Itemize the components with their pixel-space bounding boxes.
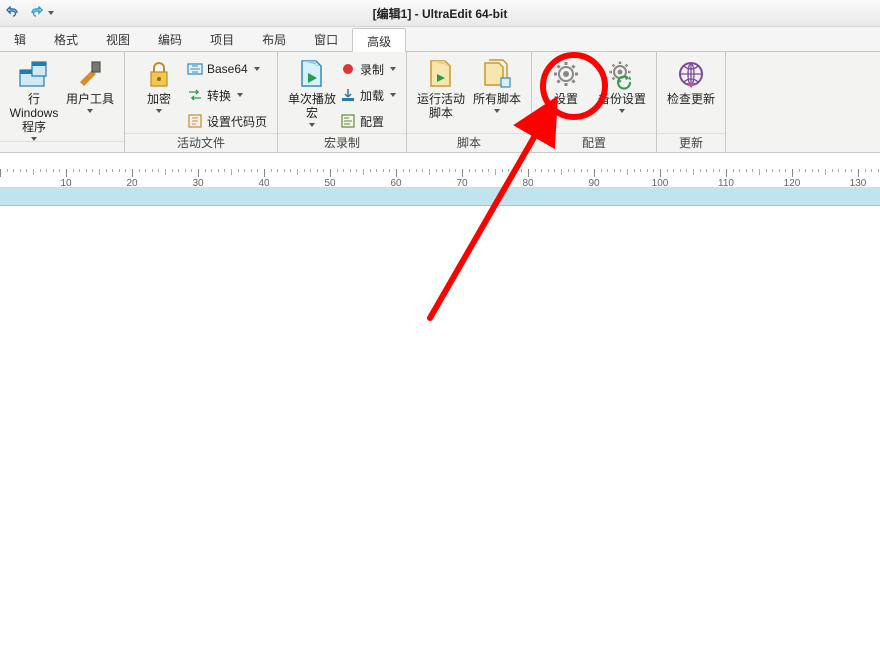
all-scripts-button[interactable]: 所有脚本: [469, 56, 525, 113]
rec-icon: [340, 61, 356, 77]
backup-settings-label: 备份设置: [598, 92, 646, 106]
check-update-button[interactable]: 检查更新: [663, 56, 719, 106]
group-label: [0, 141, 124, 152]
settings-label: 设置: [554, 92, 578, 106]
menu-tab-7[interactable]: 高级: [352, 28, 406, 52]
globe-icon: [675, 58, 707, 90]
title-bar: [编辑1] - UltraEdit 64-bit: [0, 0, 880, 27]
cfg-icon: [340, 113, 356, 129]
play-macro-button[interactable]: 单次播放宏: [284, 56, 340, 127]
lock-icon: [143, 58, 175, 90]
menu-tab-1[interactable]: 格式: [40, 27, 92, 51]
base64-label: Base64: [207, 62, 248, 76]
menu-tab-6[interactable]: 窗口: [300, 27, 352, 51]
run-windows-label: 行 Windows程序: [6, 92, 62, 134]
chevron-down-icon: [156, 109, 162, 113]
macro-cfg-label: 配置: [360, 113, 384, 130]
user-tools-label: 用户工具: [66, 92, 114, 106]
backup-settings-button[interactable]: 备份设置: [594, 56, 650, 113]
script-all-icon: [481, 58, 513, 90]
quick-access-toolbar: [0, 6, 54, 20]
window-title: [编辑1] - UltraEdit 64-bit: [373, 5, 508, 22]
hammer-icon: [74, 58, 106, 90]
run-active-script-button[interactable]: 运行活动脚本: [413, 56, 469, 120]
ribbon: 行 Windows程序用户工具 加密 Base64 转换设置代码页活动文件单次播放宏 录…: [0, 52, 880, 153]
editor-area[interactable]: [0, 187, 880, 660]
record-button[interactable]: 录制: [340, 58, 400, 80]
all-scripts-label: 所有脚本: [473, 92, 521, 106]
ribbon-group-5: 检查更新更新: [657, 52, 726, 152]
set-codepage-label: 设置代码页: [207, 113, 267, 130]
macro-cfg-button[interactable]: 配置: [340, 110, 400, 132]
ribbon-group-2: 单次播放宏 录制加载配置宏录制: [278, 52, 407, 152]
ribbon-group-3: 运行活动脚本所有脚本脚本: [407, 52, 532, 152]
codepage-icon: [187, 113, 203, 129]
play-script-icon: [296, 58, 328, 90]
menu-tab-5[interactable]: 布局: [248, 27, 300, 51]
run-windows-button[interactable]: 行 Windows程序: [6, 56, 62, 141]
redo-icon[interactable]: [27, 6, 43, 20]
ribbon-group-1: 加密 Base64 转换设置代码页活动文件: [125, 52, 278, 152]
menu-tab-3[interactable]: 编码: [144, 27, 196, 51]
load-button[interactable]: 加载: [340, 84, 400, 106]
gear-icon: [550, 58, 582, 90]
ribbon-group-0: 行 Windows程序用户工具: [0, 52, 125, 152]
base64-button[interactable]: Base64: [187, 58, 271, 80]
group-label: 宏录制: [278, 133, 406, 152]
chevron-down-icon: [619, 109, 625, 113]
group-label: 活动文件: [125, 133, 277, 152]
encrypt-label: 加密: [147, 92, 171, 106]
ribbon-group-4: 设置 备份设置配置: [532, 52, 657, 152]
chevron-down-icon: [309, 123, 315, 127]
convert-button[interactable]: 转换: [187, 84, 271, 106]
settings-button[interactable]: 设置: [538, 56, 594, 106]
check-update-label: 检查更新: [667, 92, 715, 106]
convert-icon: [187, 87, 203, 103]
load-icon: [340, 87, 356, 103]
menu-tab-2[interactable]: 视图: [92, 27, 144, 51]
user-tools-button[interactable]: 用户工具: [62, 56, 118, 113]
chevron-down-icon: [494, 109, 500, 113]
chevron-down-icon: [87, 109, 93, 113]
b64-icon: [187, 61, 203, 77]
menu-tab-4[interactable]: 项目: [196, 27, 248, 51]
undo-icon[interactable]: [6, 6, 22, 20]
set-codepage-button[interactable]: 设置代码页: [187, 110, 271, 132]
run-active-script-label: 运行活动脚本: [413, 92, 469, 120]
group-label: 脚本: [407, 133, 531, 152]
load-label: 加载: [360, 87, 384, 104]
group-label: 更新: [657, 133, 725, 152]
convert-label: 转换: [207, 87, 231, 104]
encrypt-button[interactable]: 加密: [131, 56, 187, 113]
menu-bar: 辑格式视图编码项目布局窗口高级: [0, 27, 880, 52]
chevron-down-icon: [390, 93, 396, 97]
record-label: 录制: [360, 61, 384, 78]
chevron-down-icon: [390, 67, 396, 71]
editor-highlight-bar: [0, 187, 880, 206]
window-run-icon: [18, 58, 50, 90]
group-label: 配置: [532, 133, 656, 152]
gear-refresh-icon: [606, 58, 638, 90]
chevron-down-icon: [237, 93, 243, 97]
play-macro-label: 单次播放宏: [284, 92, 340, 120]
chevron-down-icon: [254, 67, 260, 71]
menu-tab-0[interactable]: 辑: [0, 27, 40, 51]
script-run-icon: [425, 58, 457, 90]
ruler: 102030405060708090100110120130: [0, 153, 880, 190]
qat-dropdown-icon[interactable]: [48, 11, 54, 15]
